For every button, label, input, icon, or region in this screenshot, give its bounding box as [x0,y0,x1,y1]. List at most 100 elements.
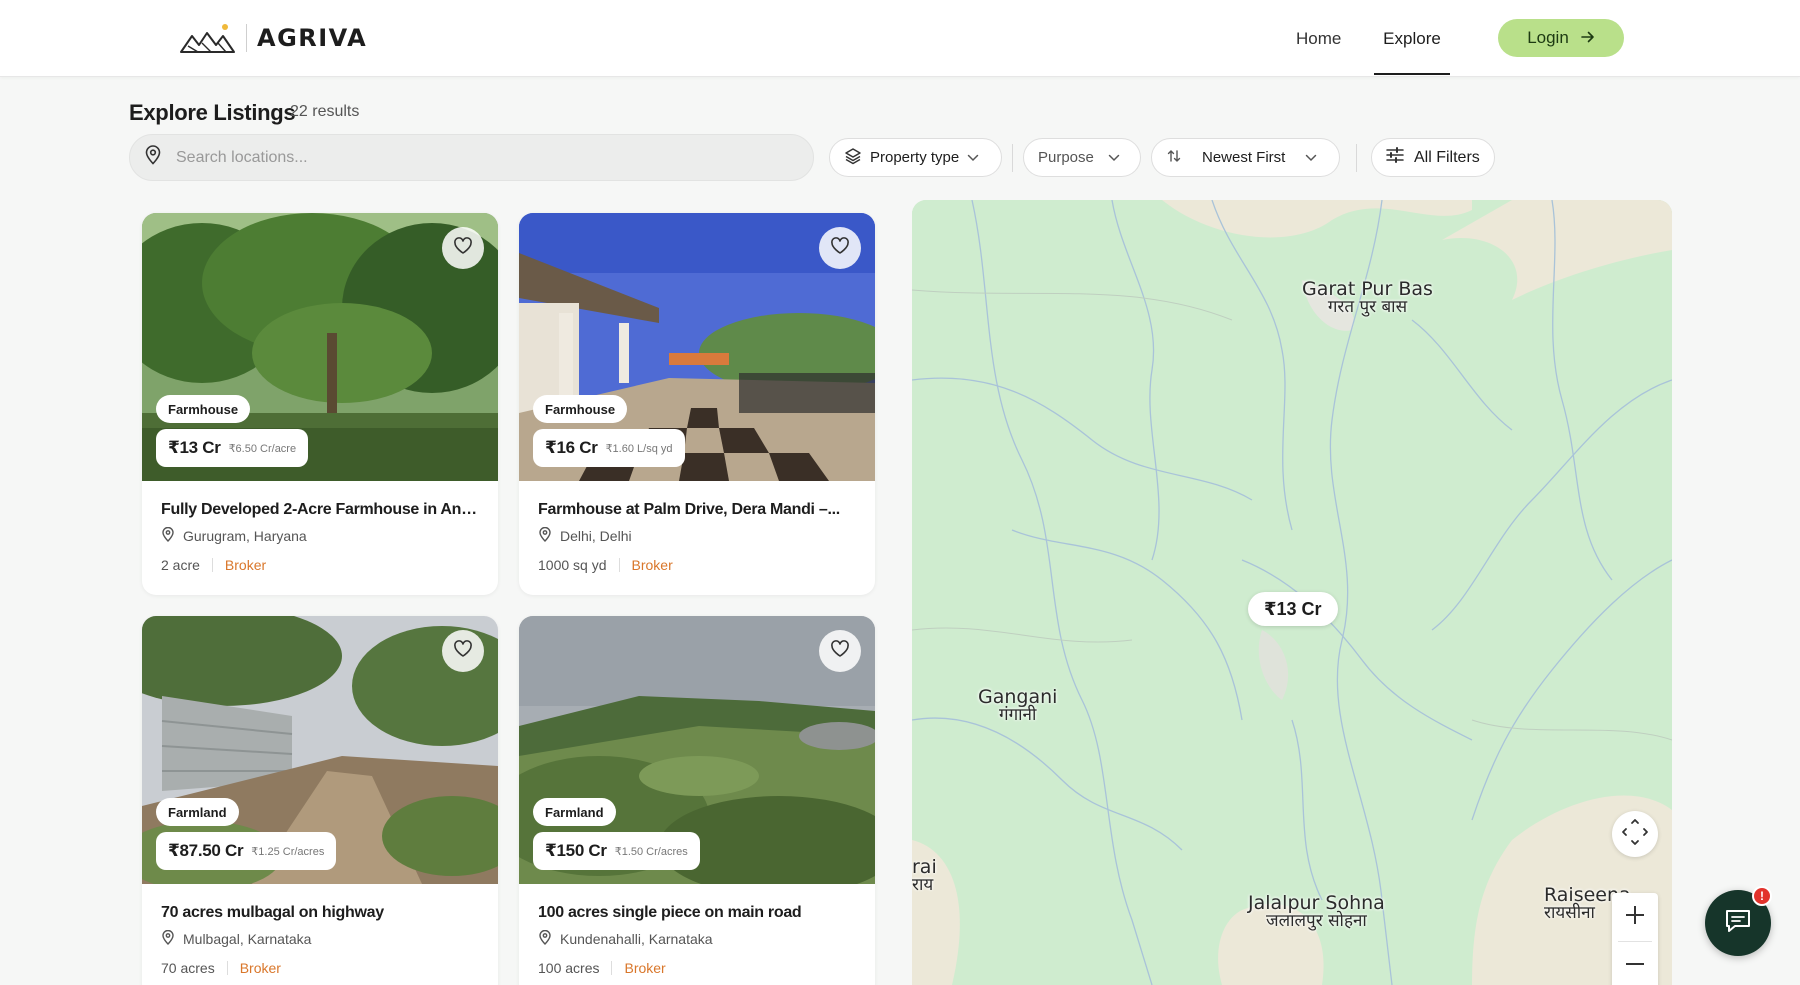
listing-price: ₹150 Cr [545,841,607,860]
listing-card[interactable]: Farmland ₹150 Cr ₹1.50 Cr/acres 100 acre… [519,616,875,985]
heart-icon [453,236,473,260]
favorite-button[interactable] [442,227,484,269]
location-text: Delhi, Delhi [560,528,632,544]
meta-divider [226,961,228,975]
login-button[interactable]: Login [1498,19,1624,57]
arrow-right-icon [1580,28,1595,48]
listing-size: 1000 sq yd [538,557,607,573]
meta-divider [618,558,620,572]
all-filters-label: All Filters [1414,148,1480,166]
place-name-hi: गरत पुर बास [1327,297,1408,317]
location-text: Mulbagal, Karnataka [183,931,312,947]
property-type-badge: Farmhouse [533,395,628,423]
location-pin-icon [538,929,552,948]
sort-dropdown[interactable]: Newest First [1151,138,1340,177]
listing-location: Kundenahalli, Karnataka [538,929,856,948]
listing-card[interactable]: Farmhouse ₹13 Cr ₹6.50 Cr/acre Fully Dev… [142,213,498,595]
brand-logo[interactable]: AGRIVA [178,18,367,58]
map-place-label: Jalalpur Sohna जलालपुर सोहना [1248,894,1385,930]
property-type-badge: Farmhouse [156,395,251,423]
zoom-in-button[interactable] [1612,893,1658,941]
chevron-down-icon [1108,149,1120,166]
price-badge: ₹16 Cr ₹1.60 L/sq yd [533,429,685,467]
map-zoom-control [1612,893,1658,985]
place-name-hi: राय [912,875,934,895]
favorite-button[interactable] [442,630,484,672]
location-pin-icon [538,526,552,545]
listing-title[interactable]: Fully Developed 2-Acre Farmhouse in Ans.… [161,501,479,519]
listing-details: 70 acres mulbagal on highway Mulbagal, K… [142,884,498,985]
favorite-button[interactable] [819,227,861,269]
listing-rate: ₹1.60 L/sq yd [605,442,673,455]
mountain-sun-logo [178,21,236,55]
listing-price: ₹87.50 Cr [168,841,244,860]
listing-card[interactable]: Farmhouse ₹16 Cr ₹1.60 L/sq yd Farmhouse… [519,213,875,595]
listing-price: ₹13 Cr [168,438,221,457]
nav-home[interactable]: Home [1296,0,1341,77]
price-badge: ₹87.50 Cr ₹1.25 Cr/acres [156,832,337,870]
location-text: Kundenahalli, Karnataka [560,931,713,947]
listing-meta: 2 acre Broker [161,557,479,573]
listing-meta: 100 acres Broker [538,960,856,976]
search-bar[interactable] [129,134,814,181]
listing-title[interactable]: 100 acres single piece on main road [538,904,856,922]
seller-type: Broker [239,960,281,976]
listing-rate: ₹6.50 Cr/acre [228,442,297,455]
listing-photo: Farmhouse ₹16 Cr ₹1.60 L/sq yd [519,213,875,481]
listing-title[interactable]: Farmhouse at Palm Drive, Dera Mandi –... [538,501,856,519]
chevron-down-icon [967,149,979,166]
place-name-hi: जलालपुर सोहना [1265,911,1367,931]
sort-arrows-icon [1166,148,1182,168]
place-name-hi: गंगानी [999,705,1037,725]
all-filters-button[interactable]: All Filters [1371,138,1495,177]
listing-details: Farmhouse at Palm Drive, Dera Mandi –...… [519,481,875,595]
heart-icon [453,639,473,663]
listing-location: Mulbagal, Karnataka [161,929,479,948]
listing-meta: 70 acres Broker [161,960,479,976]
price-badge: ₹150 Cr ₹1.50 Cr/acres [533,832,700,870]
seller-type: Broker [624,960,666,976]
listing-rate: ₹1.25 Cr/acres [251,845,325,858]
map-view[interactable]: Garat Pur Bas गरत पुर बास Gangani गंगानी… [912,200,1672,985]
listing-price: ₹16 Cr [545,438,598,457]
brand-name: AGRIVA [257,24,368,52]
listing-size: 2 acre [161,557,200,573]
map-place-label: Garat Pur Bas गरत पुर बास [1302,280,1433,316]
listing-meta: 1000 sq yd Broker [538,557,856,573]
location-pin-icon [144,145,162,170]
price-badge: ₹13 Cr ₹6.50 Cr/acre [156,429,309,467]
chevron-down-icon [1305,149,1317,166]
listing-size: 100 acres [538,960,600,976]
location-pin-icon [161,929,175,948]
nav-explore[interactable]: Explore [1374,0,1450,77]
listing-photo: Farmland ₹150 Cr ₹1.50 Cr/acres [519,616,875,884]
top-header: AGRIVA Home Explore Login [0,0,1800,77]
listing-details: 100 acres single piece on main road Kund… [519,884,875,985]
property-type-badge: Farmland [156,798,239,826]
map-place-label: rai राय [912,858,937,894]
listing-details: Fully Developed 2-Acre Farmhouse in Ans.… [142,481,498,595]
listing-photo: Farmland ₹87.50 Cr ₹1.25 Cr/acres [142,616,498,884]
zoom-out-button[interactable] [1612,942,1658,985]
listing-photo: Farmhouse ₹13 Cr ₹6.50 Cr/acre [142,213,498,481]
property-type-filter[interactable]: Property type [829,138,1002,177]
search-input[interactable] [176,148,736,167]
expand-arrows-icon [1621,818,1649,851]
notification-badge: ! [1752,886,1772,906]
listing-card[interactable]: Farmland ₹87.50 Cr ₹1.25 Cr/acres 70 acr… [142,616,498,985]
sliders-icon [1386,147,1404,168]
map-fullscreen-button[interactable] [1612,811,1658,857]
listing-location: Gurugram, Haryana [161,526,479,545]
favorite-button[interactable] [819,630,861,672]
layers-icon [844,147,862,169]
map-price-marker[interactable]: ₹13 Cr [1248,592,1338,626]
location-text: Gurugram, Haryana [183,528,307,544]
seller-type: Broker [224,557,267,573]
listing-location: Delhi, Delhi [538,526,856,545]
result-count: 22 results [290,103,360,120]
chat-bubble-icon [1723,906,1753,941]
listing-title[interactable]: 70 acres mulbagal on highway [161,904,479,922]
page-title: Explore Listings [129,100,296,125]
purpose-filter[interactable]: Purpose [1023,138,1141,177]
heart-icon [830,639,850,663]
